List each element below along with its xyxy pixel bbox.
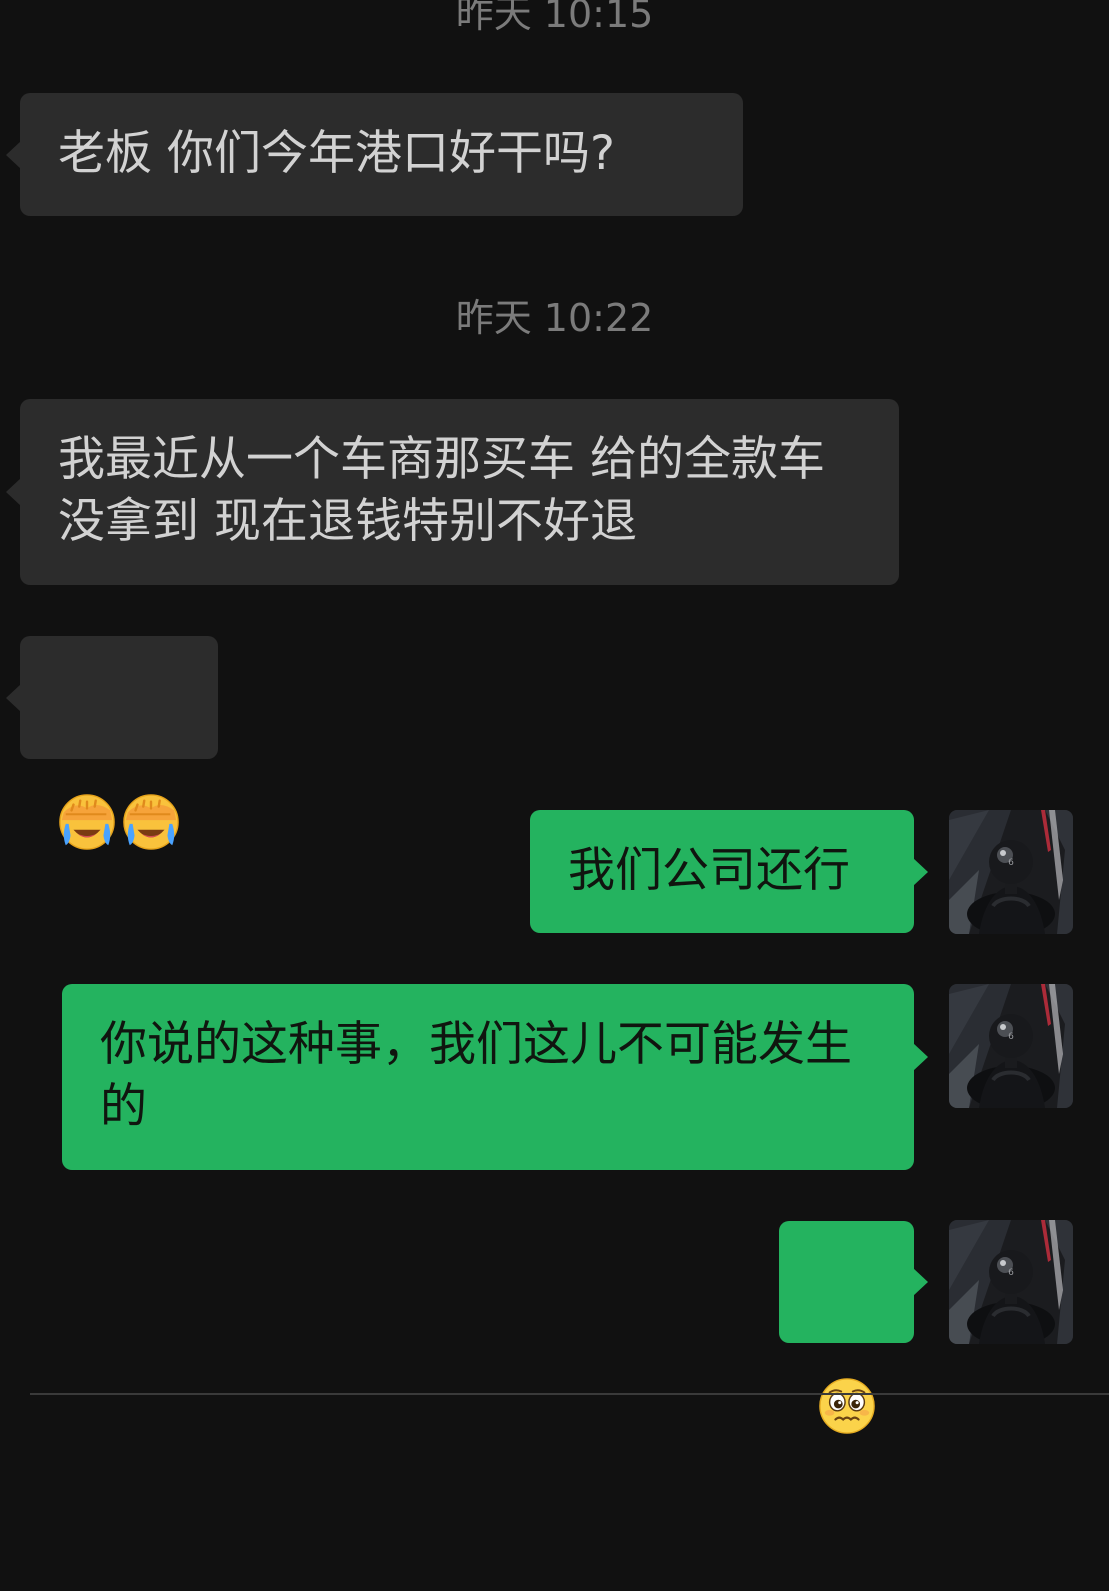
timestamp: 昨天 10:15: [455, 0, 654, 36]
pleading-face-emoji: [818, 1377, 876, 1435]
face-palm-crying-emoji: [58, 793, 116, 851]
face-palm-crying-emoji: [122, 793, 180, 851]
chat-message-list[interactable]: 昨天 10:15 老板 你们今年港口好干吗? 昨天 10:22 我最近从一个车商…: [0, 0, 1109, 1397]
emoji-row: [58, 760, 182, 883]
outgoing-message-bubble[interactable]: 你说的这种事，我们这儿不可能发生的: [62, 984, 928, 1170]
gear-shift-avatar-image: [949, 1220, 1073, 1344]
incoming-emoji-bubble[interactable]: [6, 636, 218, 759]
outgoing-message-bubble[interactable]: 我们公司还行: [530, 810, 928, 933]
gear-shift-avatar[interactable]: [949, 984, 1073, 1108]
incoming-message-bubble[interactable]: 我最近从一个车商那买车 给的全款车没拿到 现在退钱特别不好退: [6, 399, 899, 585]
gear-shift-avatar-image: [949, 810, 1073, 934]
divider: [30, 1393, 1109, 1395]
timestamp: 昨天 10:22: [455, 296, 654, 340]
incoming-message-bubble[interactable]: 老板 你们今年港口好干吗?: [6, 93, 743, 216]
gear-shift-avatar[interactable]: [949, 1220, 1073, 1344]
gear-shift-avatar-image: [949, 984, 1073, 1108]
emoji-row: [779, 1345, 914, 1467]
outgoing-emoji-bubble[interactable]: [779, 1221, 928, 1343]
gear-shift-avatar[interactable]: [949, 810, 1073, 934]
